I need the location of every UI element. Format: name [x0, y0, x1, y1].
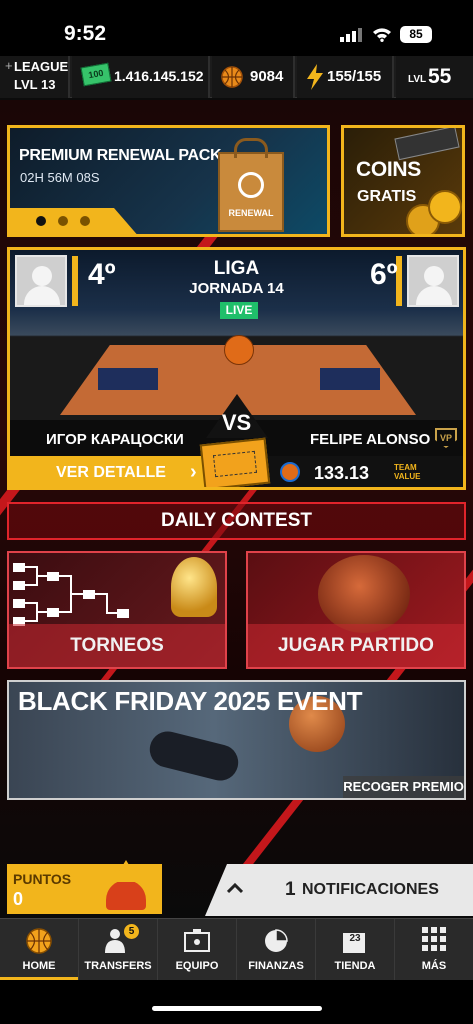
grid-icon — [422, 927, 446, 951]
nav-transfers-label: TRANSFERS — [84, 960, 152, 972]
clapperboard-icon — [394, 128, 460, 161]
cash-value: 1.416.145.152 — [114, 68, 204, 84]
battery-icon: 85 — [400, 26, 432, 43]
puntos-value: 0 — [13, 889, 24, 909]
nav-equipo[interactable]: EQUIPO — [158, 919, 237, 981]
cash-icon: 100 — [80, 62, 112, 87]
notifications-count: 1 — [285, 879, 296, 900]
ver-detalle-button[interactable]: VER DETALLE › — [10, 456, 209, 487]
bag-label: RENEWAL — [228, 208, 274, 218]
torneos-label: TORNEOS — [9, 624, 225, 667]
league-stat[interactable]: + LEAGUE LVL 13 — [0, 56, 70, 98]
jugar-partido-tile[interactable]: JUGAR PARTIDO — [246, 551, 466, 669]
pie-chart-icon — [265, 929, 288, 952]
nav-transfers[interactable]: 5 TRANSFERS — [79, 919, 158, 981]
basketball-icon — [26, 928, 52, 954]
daily-contest-button[interactable]: DAILY CONTEST — [7, 502, 466, 540]
notifications-bar[interactable]: 1 NOTIFICACIONES — [205, 864, 473, 916]
nav-mas[interactable]: MÁS — [395, 919, 473, 981]
banner-sneaker — [145, 727, 243, 785]
coins-promo-subtitle: GRATIS — [357, 188, 417, 205]
black-friday-banner[interactable]: BLACK FRIDAY 2025 EVENT RECOGER PREMIO — [7, 680, 466, 800]
top-stats-bar: + LEAGUE LVL 13 100 1.416.145.152 9084 1… — [0, 56, 473, 98]
basketball-image — [318, 555, 410, 633]
nav-finanzas[interactable]: FINANZAS — [237, 919, 316, 981]
team-icon — [184, 929, 210, 952]
status-time: 9:52 — [64, 22, 107, 45]
coins-value: 9084 — [250, 68, 284, 85]
nav-mas-label: MÁS — [421, 960, 447, 972]
team-value-label-2: VALUE — [394, 472, 421, 481]
plus-icon: + — [5, 58, 13, 73]
wifi-icon — [373, 28, 391, 42]
promo-timer: 02H 56M 08S — [20, 170, 100, 185]
bottom-nav: HOME 5 TRANSFERS EQUIPO FINANZAS 23 TIEN… — [0, 918, 473, 981]
promo-renewal-pack[interactable]: PREMIUM RENEWAL PACK 02H 56M 08S RENEWAL — [7, 125, 330, 237]
home-indicator[interactable] — [152, 1006, 322, 1011]
basketball-icon — [224, 335, 254, 365]
carousel-dot[interactable] — [58, 216, 68, 226]
energy-value: 155/155 — [327, 68, 382, 85]
match-card[interactable]: 4º 6º LIGA JORNADA 14 LIVE ИГОР КАРАЦОСК… — [7, 247, 466, 490]
torneos-tile[interactable]: TORNEOS — [7, 551, 227, 669]
league-level: LVL 13 — [14, 77, 56, 92]
trophy-icon — [171, 557, 217, 617]
ver-detalle-label: VER DETALLE — [56, 464, 166, 481]
cash-stat[interactable]: 100 1.416.145.152 — [72, 56, 210, 98]
energy-stat[interactable]: 155/155 — [297, 56, 394, 98]
team-value-label-1: TEAM — [394, 463, 417, 472]
transfers-badge: 5 — [124, 924, 139, 939]
chevron-up-icon — [227, 882, 243, 894]
chevron-right-icon: › — [190, 461, 197, 483]
carousel-dot-active[interactable] — [36, 216, 46, 226]
bracket-icon — [13, 563, 129, 626]
competition: LIGA — [213, 258, 260, 279]
team-value-icon — [280, 462, 300, 482]
level-stat[interactable]: LVL 55 — [396, 56, 473, 98]
round: JORNADA 14 — [189, 280, 284, 297]
tienda-badge: 23 — [349, 933, 361, 944]
coins-promo-title: COINS — [356, 158, 422, 181]
level-prefix: LVL — [408, 74, 427, 85]
puntos-label: PUNTOS — [13, 871, 72, 887]
team-value: 133.13 — [314, 463, 370, 483]
promo-title: PREMIUM RENEWAL PACK — [19, 147, 222, 164]
live-badge: LIVE — [220, 302, 258, 319]
tactics-board-icon — [199, 437, 271, 487]
clock-icon — [238, 172, 264, 198]
nav-finanzas-label: FINANZAS — [248, 960, 304, 972]
carousel-dot[interactable] — [80, 216, 90, 226]
nav-home-label: HOME — [22, 960, 56, 972]
court-key-right — [320, 368, 380, 390]
league-label: LEAGUE — [14, 59, 69, 74]
nav-tienda-label: TIENDA — [334, 960, 376, 972]
basketball-coin-icon — [221, 66, 243, 88]
promo-coins-gratis[interactable]: COINS GRATIS — [341, 125, 465, 237]
promo-yellow-band — [10, 208, 140, 234]
level-value: 55 — [428, 65, 452, 88]
jugar-partido-label: JUGAR PARTIDO — [248, 624, 464, 667]
court-key-left — [98, 368, 158, 390]
event-title: BLACK FRIDAY 2025 EVENT — [18, 686, 363, 716]
bottom-safe-area — [0, 980, 473, 1024]
nav-equipo-label: EQUIPO — [175, 960, 219, 972]
recoger-premio-button[interactable]: RECOGER PREMIO — [343, 776, 464, 798]
bag-handle — [234, 138, 268, 158]
coins-stat[interactable]: 9084 — [212, 56, 295, 98]
vs-label: VS — [221, 410, 252, 435]
lightning-icon — [307, 64, 323, 90]
signal-icon — [340, 28, 362, 42]
notifications-label: NOTIFICACIONES — [302, 881, 439, 898]
nav-home[interactable]: HOME — [0, 919, 79, 981]
nav-tienda[interactable]: 23 TIENDA — [316, 919, 395, 981]
crown-ball-icon — [98, 860, 154, 910]
renewal-bag-icon: RENEWAL — [218, 138, 284, 232]
